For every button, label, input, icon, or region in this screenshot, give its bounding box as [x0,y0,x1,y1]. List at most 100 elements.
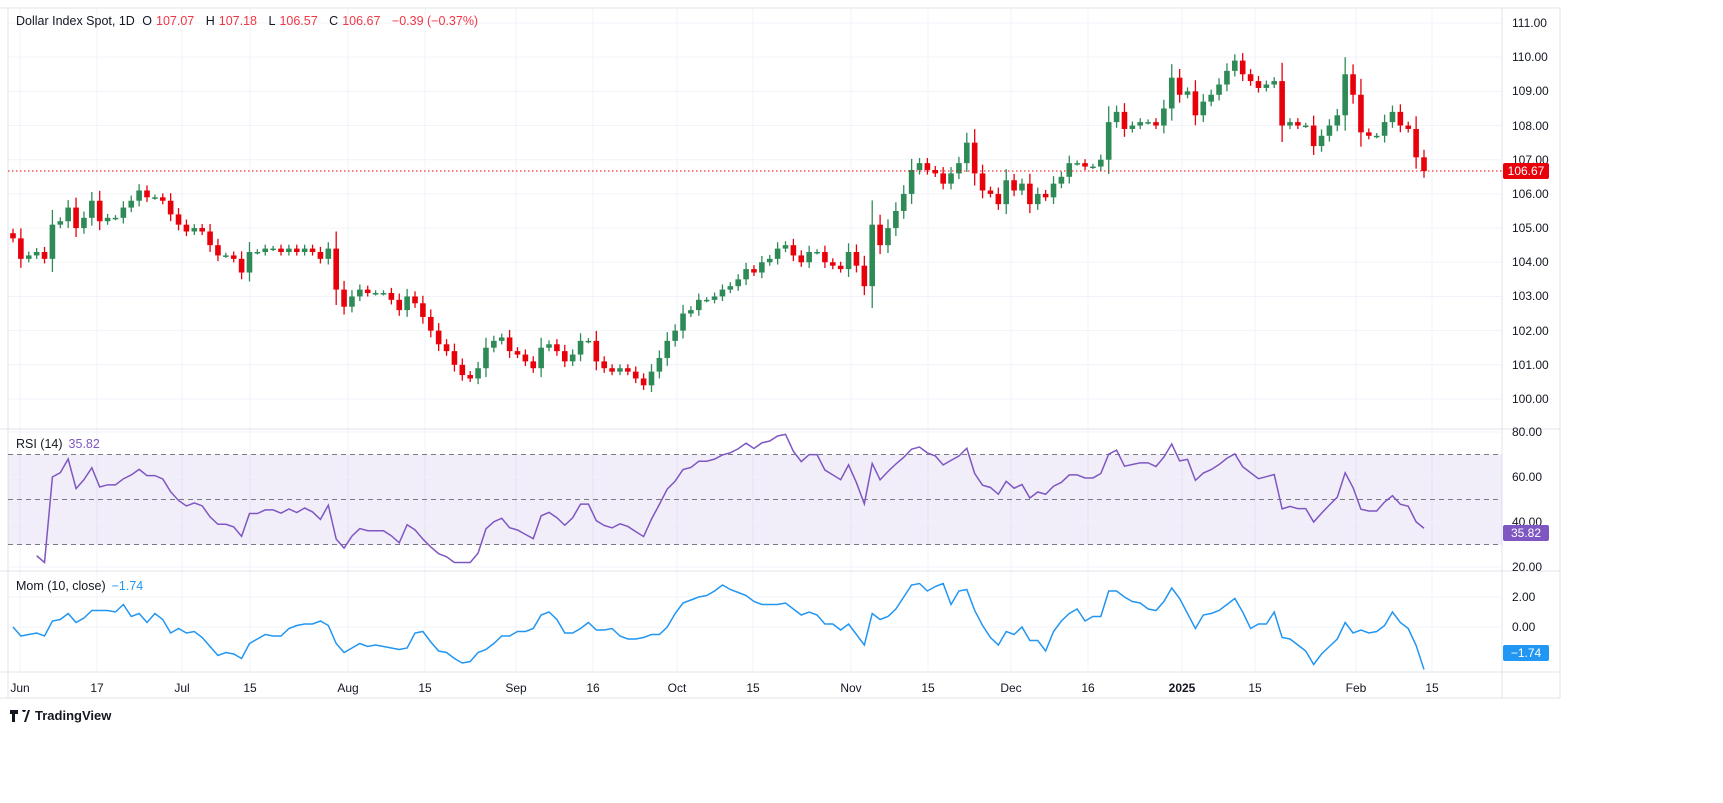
candle-body [451,351,458,365]
price-tick-label: 106.00 [1512,186,1549,201]
candle-body [601,361,608,369]
candle-body [1224,70,1230,85]
candle-body [412,296,418,304]
candle-body [940,173,946,184]
candle-body [648,371,655,386]
candle-body [1302,125,1309,128]
candle-body [617,368,623,372]
candle-body [10,233,16,239]
mom-value-tag: −1.74 [1503,645,1549,661]
mom-tick-label: 2.00 [1512,590,1536,604]
candle-body [427,316,434,331]
close-value: 106.67 [342,14,381,28]
candle-body [25,255,32,259]
time-tick-label: 15 [1248,681,1262,695]
candle-body [514,351,521,355]
candle-body [672,330,678,341]
candle-body [577,340,584,355]
candle-body [995,193,1002,205]
candle-body [751,269,757,273]
candle-body [341,289,347,307]
candle-body [128,200,135,208]
candle-body [688,310,694,314]
candle-body [1113,111,1120,123]
price-tick-label: 104.00 [1512,255,1549,270]
candle-body [349,296,355,307]
candle-body [1389,111,1396,123]
candle-body [1082,163,1088,167]
time-tick-label: 15 [1425,681,1439,695]
candle-body [829,262,836,266]
candle-body [585,340,592,343]
candle-body [262,248,269,253]
candle-body [1263,84,1270,88]
mom-value: −1.74 [111,579,144,593]
rsi-tick-label: 60.00 [1512,470,1543,484]
time-tick-label: 15 [746,681,760,695]
time-tick-label: Sep [505,681,527,695]
candle-body [309,248,316,253]
candle-body [1066,163,1073,177]
candle-body [1003,180,1010,205]
time-tick-label: Nov [840,681,862,695]
candle-body [467,375,473,379]
candle-body [1105,122,1112,160]
candle-body [987,190,994,194]
candle-body [1192,91,1199,116]
candle-body [1121,111,1128,129]
candle-body [1184,91,1191,95]
candle-body [861,265,868,287]
time-tick-label: 15 [243,681,257,695]
candle-body [1042,193,1049,198]
candle-body [223,255,229,257]
candle-body [65,207,71,222]
candle-body [640,378,647,386]
candle-body [727,286,734,290]
tradingview-logo[interactable]: TradingView [10,708,111,723]
candle-body [554,344,560,352]
candle-body [1342,74,1348,116]
candle-body [798,255,805,263]
candle-body [435,330,442,345]
candle-body [1090,166,1096,169]
price-tick-label: 111.00 [1512,16,1547,30]
candle-body [230,255,237,259]
price-tick-label: 105.00 [1512,221,1549,236]
candle-body [1279,81,1285,126]
candle-body [948,173,954,184]
candle-body [120,207,127,218]
time-tick-label: 16 [1081,681,1095,695]
candle-body [1098,159,1104,167]
logo-text: TradingView [35,708,112,723]
candle-body [561,351,568,362]
candle-body [270,248,276,251]
candle-body [845,252,852,270]
time-tick-label: 15 [418,681,432,695]
time-tick-label: 15 [921,681,935,695]
candle-body [41,252,48,259]
candle-body [112,217,119,220]
time-tick-label: Feb [1345,681,1367,695]
candle-body [530,361,537,369]
mom-legend: Mom (10, close) −1.74 [16,579,143,593]
candle-body [364,289,371,294]
candle-body [1271,81,1278,85]
candle-body [924,163,931,170]
price-tick-label: 103.00 [1512,289,1549,304]
high-label: H [205,14,215,28]
high-value: 107.18 [218,14,258,28]
candle-body [1129,125,1136,129]
candle-body [475,368,481,379]
candle-body [932,169,939,174]
candle-body [1310,125,1317,147]
candle-body [372,293,379,295]
candle-body [1058,176,1065,184]
candle-body [104,217,111,222]
candle-body [837,265,844,270]
price-tick-label: 102.00 [1512,323,1549,338]
candle-body [1232,60,1238,71]
candle-body [317,252,324,259]
candle-body [1397,111,1404,126]
candle-body [719,289,726,297]
price-tick-label: 108.00 [1512,118,1549,133]
